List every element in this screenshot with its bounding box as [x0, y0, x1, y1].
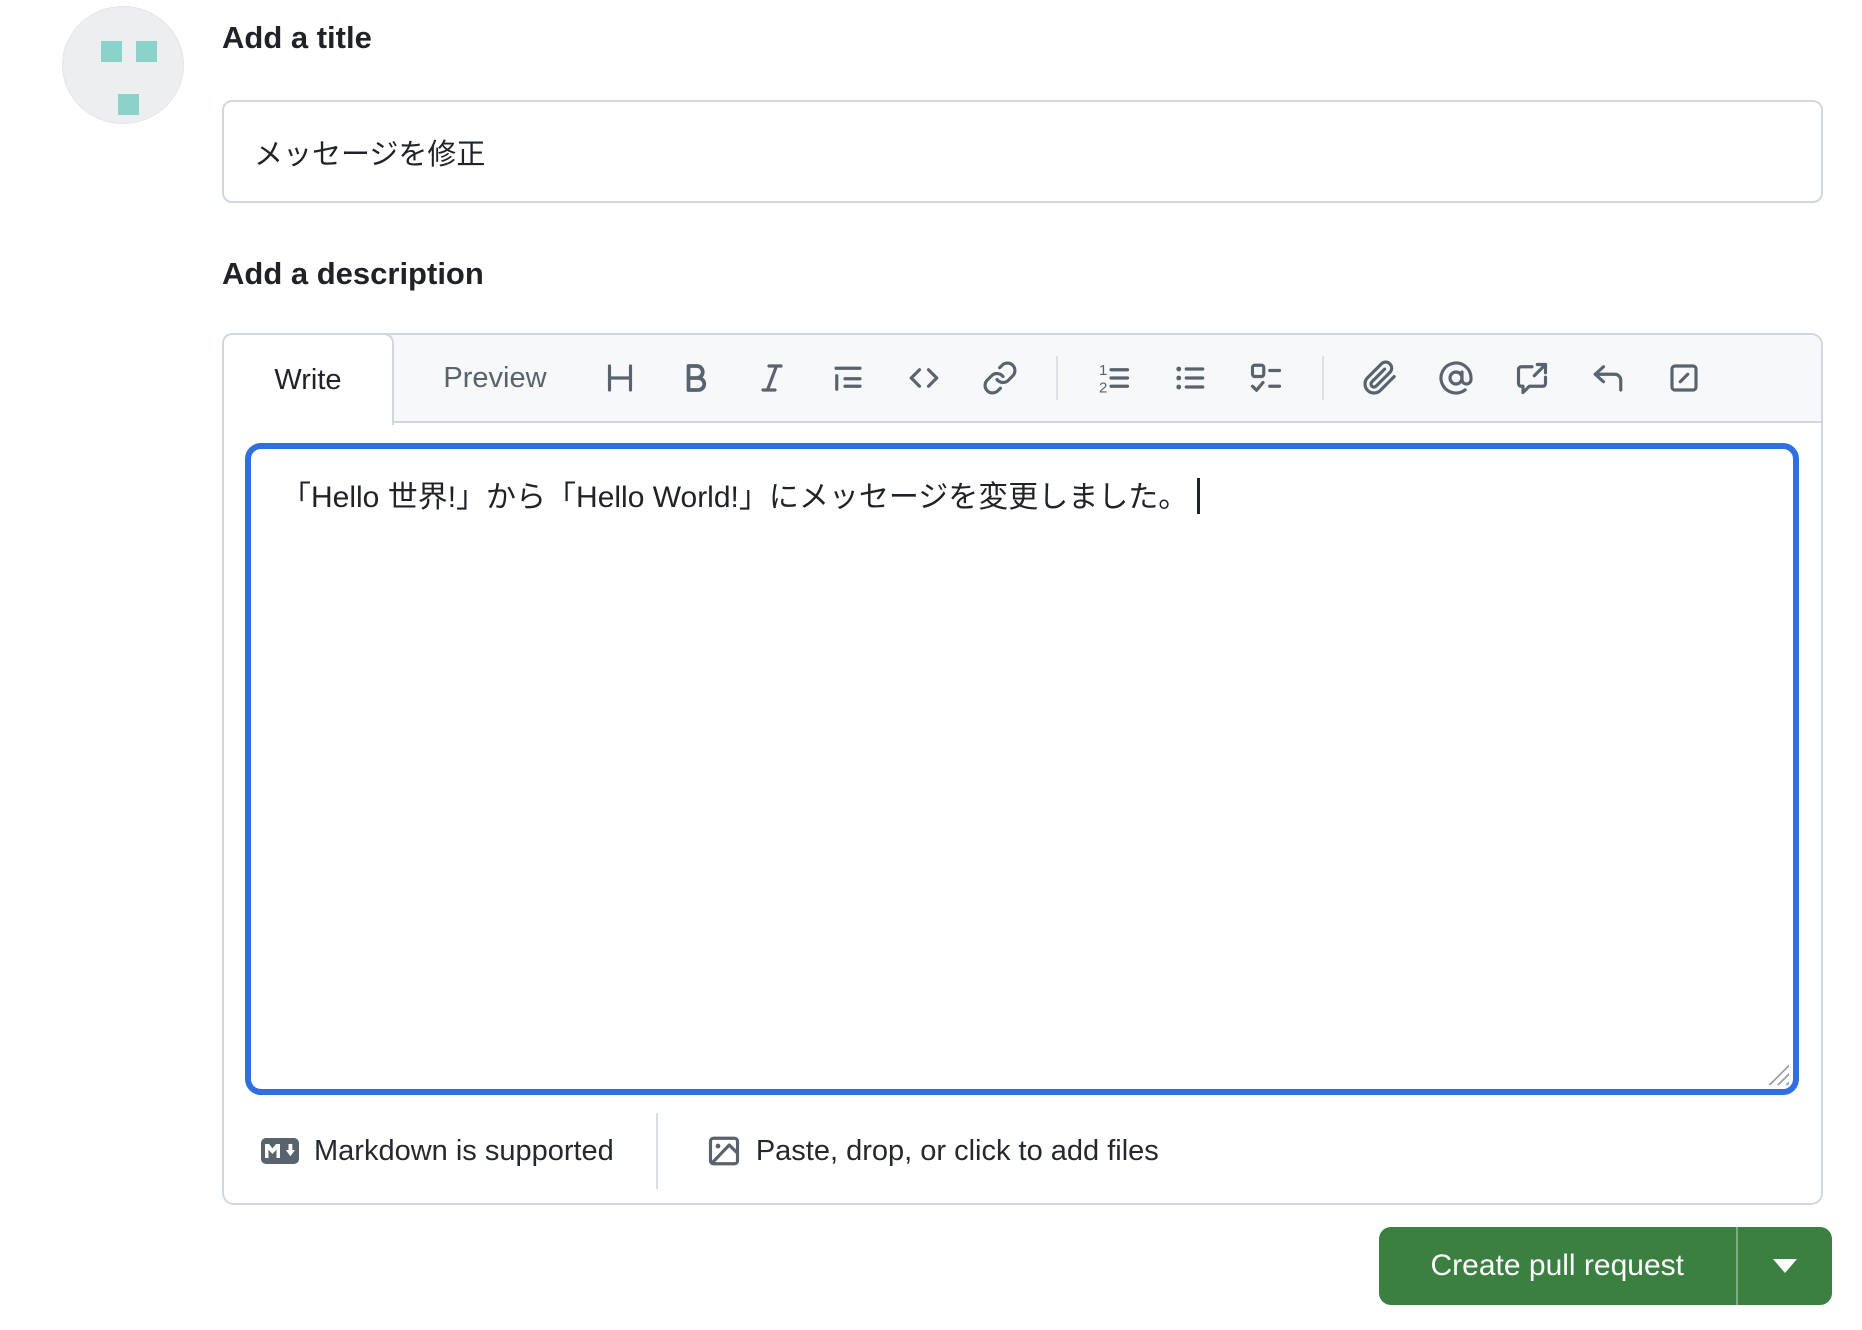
italic-button[interactable]: [752, 358, 792, 398]
description-text: 「Hello 世界!」から「Hello World!」にメッセージを変更しました…: [281, 481, 1189, 514]
description-textarea[interactable]: 「Hello 世界!」から「Hello World!」にメッセージを変更しました…: [245, 443, 1799, 1095]
chevron-down-icon: [1773, 1259, 1797, 1273]
svg-text:2: 2: [1099, 379, 1107, 396]
ordered-list-icon: 1 2: [1099, 362, 1130, 396]
heading-button[interactable]: [600, 358, 640, 398]
toolbar-divider: [1322, 356, 1324, 400]
create-pull-request-button[interactable]: Create pull request: [1379, 1227, 1736, 1305]
tab-preview[interactable]: Preview: [420, 362, 570, 395]
reply-icon: [1593, 365, 1623, 392]
mention-button[interactable]: [1436, 358, 1476, 398]
unordered-list-icon: [1176, 366, 1205, 390]
create-pull-request-dropdown[interactable]: [1738, 1227, 1832, 1305]
paperclip-icon: [1363, 360, 1396, 395]
italic-icon: [761, 364, 783, 392]
svg-text:1: 1: [1099, 362, 1107, 379]
slash-command-button[interactable]: [1664, 358, 1704, 398]
reply-button[interactable]: [1588, 358, 1628, 398]
identicon-square: [101, 41, 122, 62]
form-actions: Create pull request: [1378, 1227, 1832, 1305]
create-pull-request-split-button: Create pull request: [1378, 1227, 1832, 1305]
add-files-label: Paste, drop, or click to add files: [755, 1134, 1159, 1167]
text-cursor: [1197, 478, 1201, 514]
user-avatar: [62, 6, 184, 124]
image-icon: [708, 1136, 739, 1166]
footer-divider: [655, 1113, 658, 1189]
bold-button[interactable]: [676, 358, 716, 398]
editor-body: 「Hello 世界!」から「Hello World!」にメッセージを変更しました…: [224, 423, 1821, 1095]
quote-button[interactable]: [828, 358, 868, 398]
title-input[interactable]: [222, 100, 1823, 203]
slash-command-icon: [1670, 364, 1698, 392]
identicon-square: [136, 41, 157, 62]
toolbar-divider: [1056, 356, 1058, 400]
tab-write[interactable]: Write: [222, 333, 394, 425]
task-list-icon: [1250, 363, 1282, 392]
heading-icon: [607, 364, 633, 392]
code-button[interactable]: [904, 358, 944, 398]
bold-icon: [686, 364, 707, 392]
identicon-square: [118, 94, 139, 115]
editor-header: Write Preview 1 2: [222, 333, 1821, 425]
markdown-supported-label: Markdown is supported: [314, 1134, 614, 1167]
title-heading: Add a title: [222, 20, 372, 55]
resize-handle[interactable]: [1763, 1059, 1789, 1085]
unordered-list-button[interactable]: [1170, 358, 1210, 398]
add-files-button[interactable]: Paste, drop, or click to add files: [706, 1133, 1159, 1169]
cross-reference-icon: [1516, 362, 1548, 395]
markdown-icon: [261, 1138, 299, 1164]
code-icon: [909, 368, 939, 388]
editor-footer: Markdown is supported Paste, drop, or cl…: [224, 1095, 1821, 1207]
ordered-list-button[interactable]: 1 2: [1094, 358, 1134, 398]
markdown-toolbar: 1 2: [600, 356, 1704, 400]
attach-file-button[interactable]: [1360, 358, 1400, 398]
markdown-editor: Write Preview 1 2 「Hello 世界!」から「Hello Wo…: [222, 333, 1823, 1205]
markdown-supported-link[interactable]: Markdown is supported: [260, 1135, 614, 1168]
mention-icon: [1439, 361, 1473, 395]
link-icon: [983, 361, 1017, 395]
task-list-button[interactable]: [1246, 358, 1286, 398]
quote-icon: [834, 366, 862, 391]
cross-reference-button[interactable]: [1512, 358, 1552, 398]
link-button[interactable]: [980, 358, 1020, 398]
description-heading: Add a description: [222, 256, 484, 291]
